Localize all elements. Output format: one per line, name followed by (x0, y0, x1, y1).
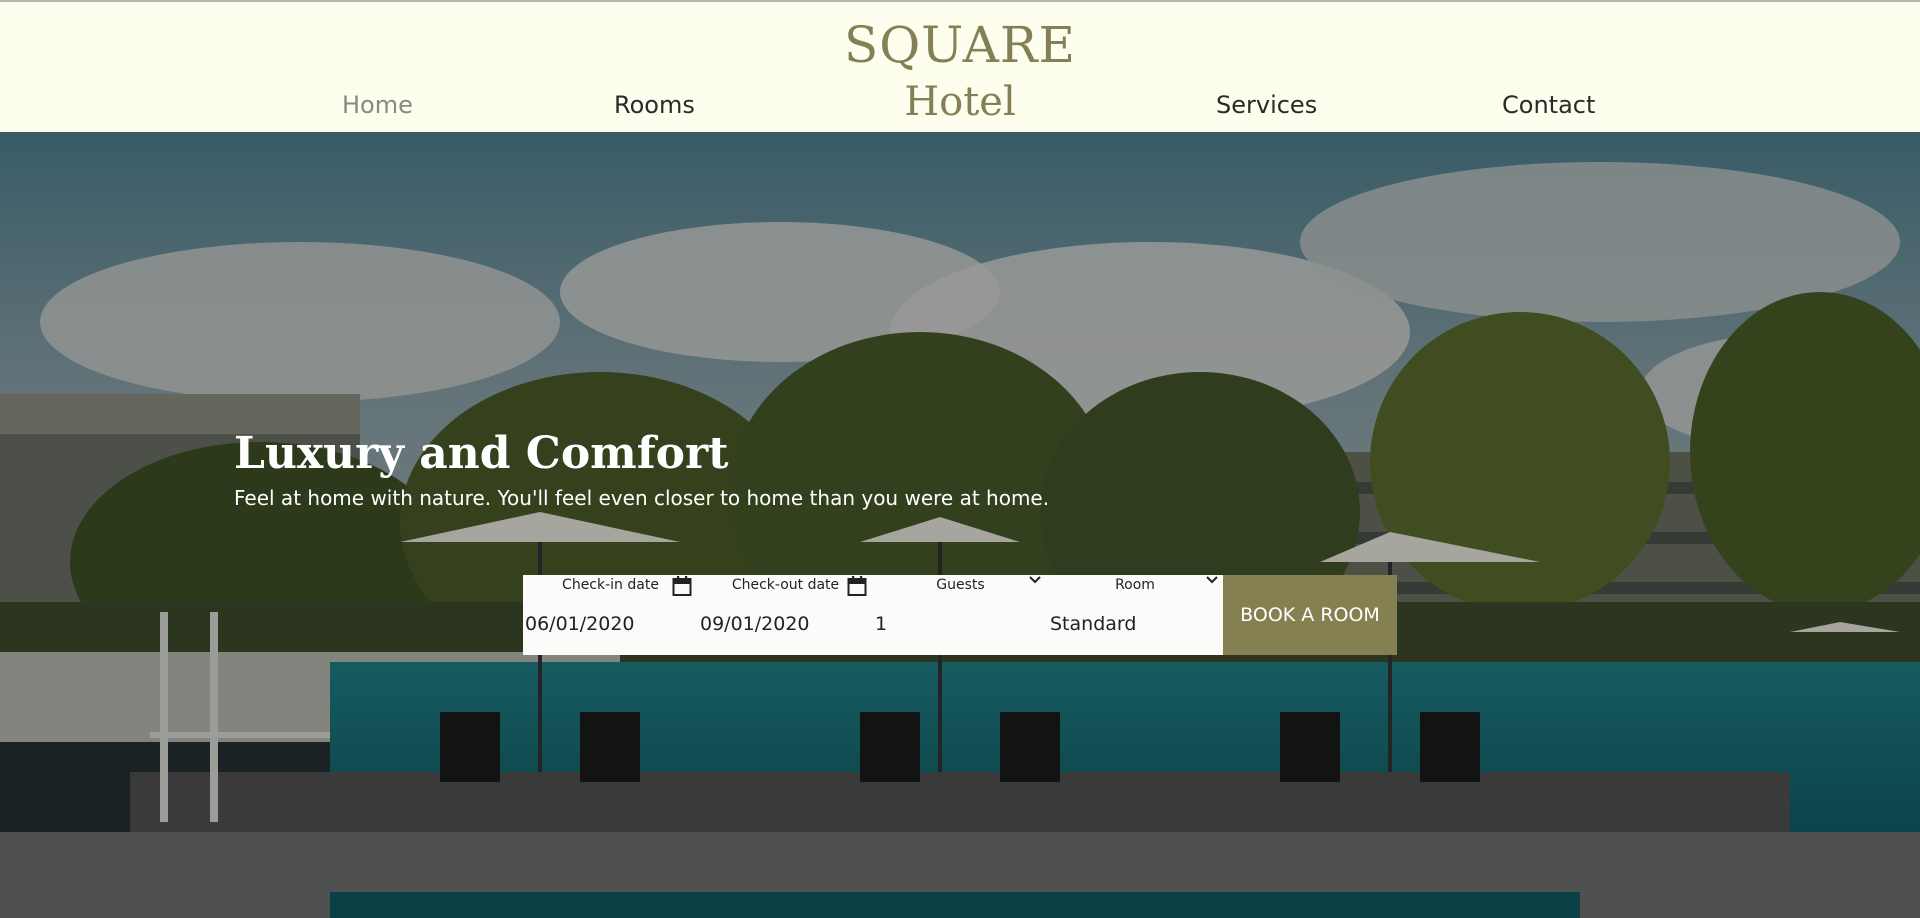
guests-field[interactable]: Guests 1 (873, 575, 1048, 655)
nav-contact[interactable]: Contact (1502, 91, 1595, 119)
hero-dim-overlay (0, 132, 1920, 918)
chevron-down-icon (1029, 576, 1041, 584)
site-header: SQUARE Hotel Home Rooms Services Contact (0, 2, 1920, 132)
nav-home[interactable]: Home (342, 91, 413, 119)
checkin-field[interactable]: Check-in date 06/01/2020 (523, 575, 698, 655)
guests-label: Guests (936, 577, 985, 593)
calendar-icon[interactable] (672, 575, 692, 597)
calendar-icon[interactable] (847, 575, 867, 597)
chevron-down-icon (1206, 576, 1218, 584)
room-select[interactable]: Standard (1050, 613, 1136, 635)
checkout-field[interactable]: Check-out date 09/01/2020 (698, 575, 873, 655)
book-room-button[interactable]: BOOK A ROOM (1223, 575, 1397, 655)
checkout-input[interactable]: 09/01/2020 (700, 613, 810, 635)
nav-rooms[interactable]: Rooms (614, 91, 695, 119)
hero-title: Luxury and Comfort (234, 428, 729, 479)
room-field[interactable]: Room Standard (1048, 575, 1222, 655)
nav-services[interactable]: Services (1216, 91, 1317, 119)
hero-section: Luxury and Comfort Feel at home with nat… (0, 132, 1920, 918)
hero-subtitle: Feel at home with nature. You'll feel ev… (234, 486, 1050, 510)
logo-hotel[interactable]: Hotel (0, 79, 1920, 125)
room-label: Room (1115, 577, 1155, 593)
guests-select[interactable]: 1 (875, 613, 887, 635)
checkin-input[interactable]: 06/01/2020 (525, 613, 635, 635)
logo-square[interactable]: SQUARE (0, 16, 1920, 74)
